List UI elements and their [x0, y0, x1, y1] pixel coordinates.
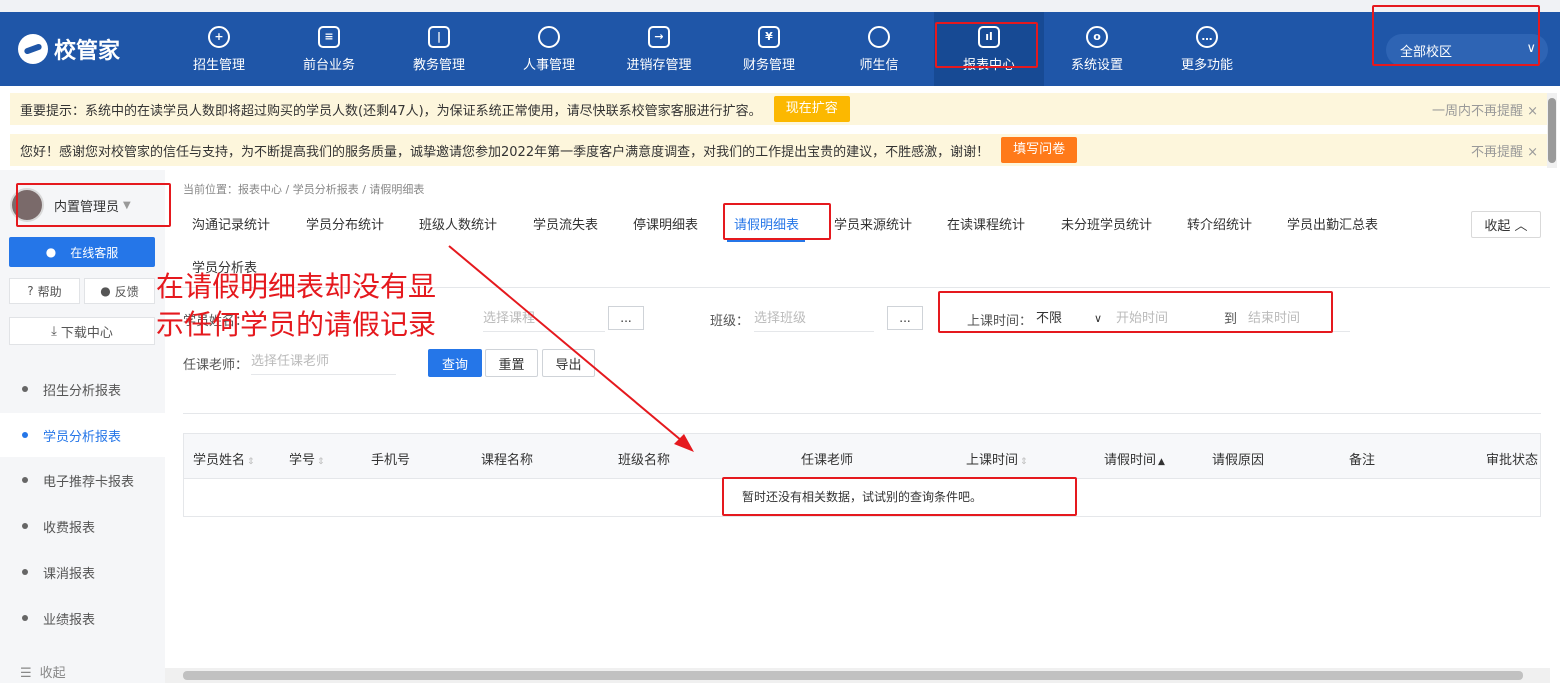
annotation-arrow	[448, 245, 694, 452]
